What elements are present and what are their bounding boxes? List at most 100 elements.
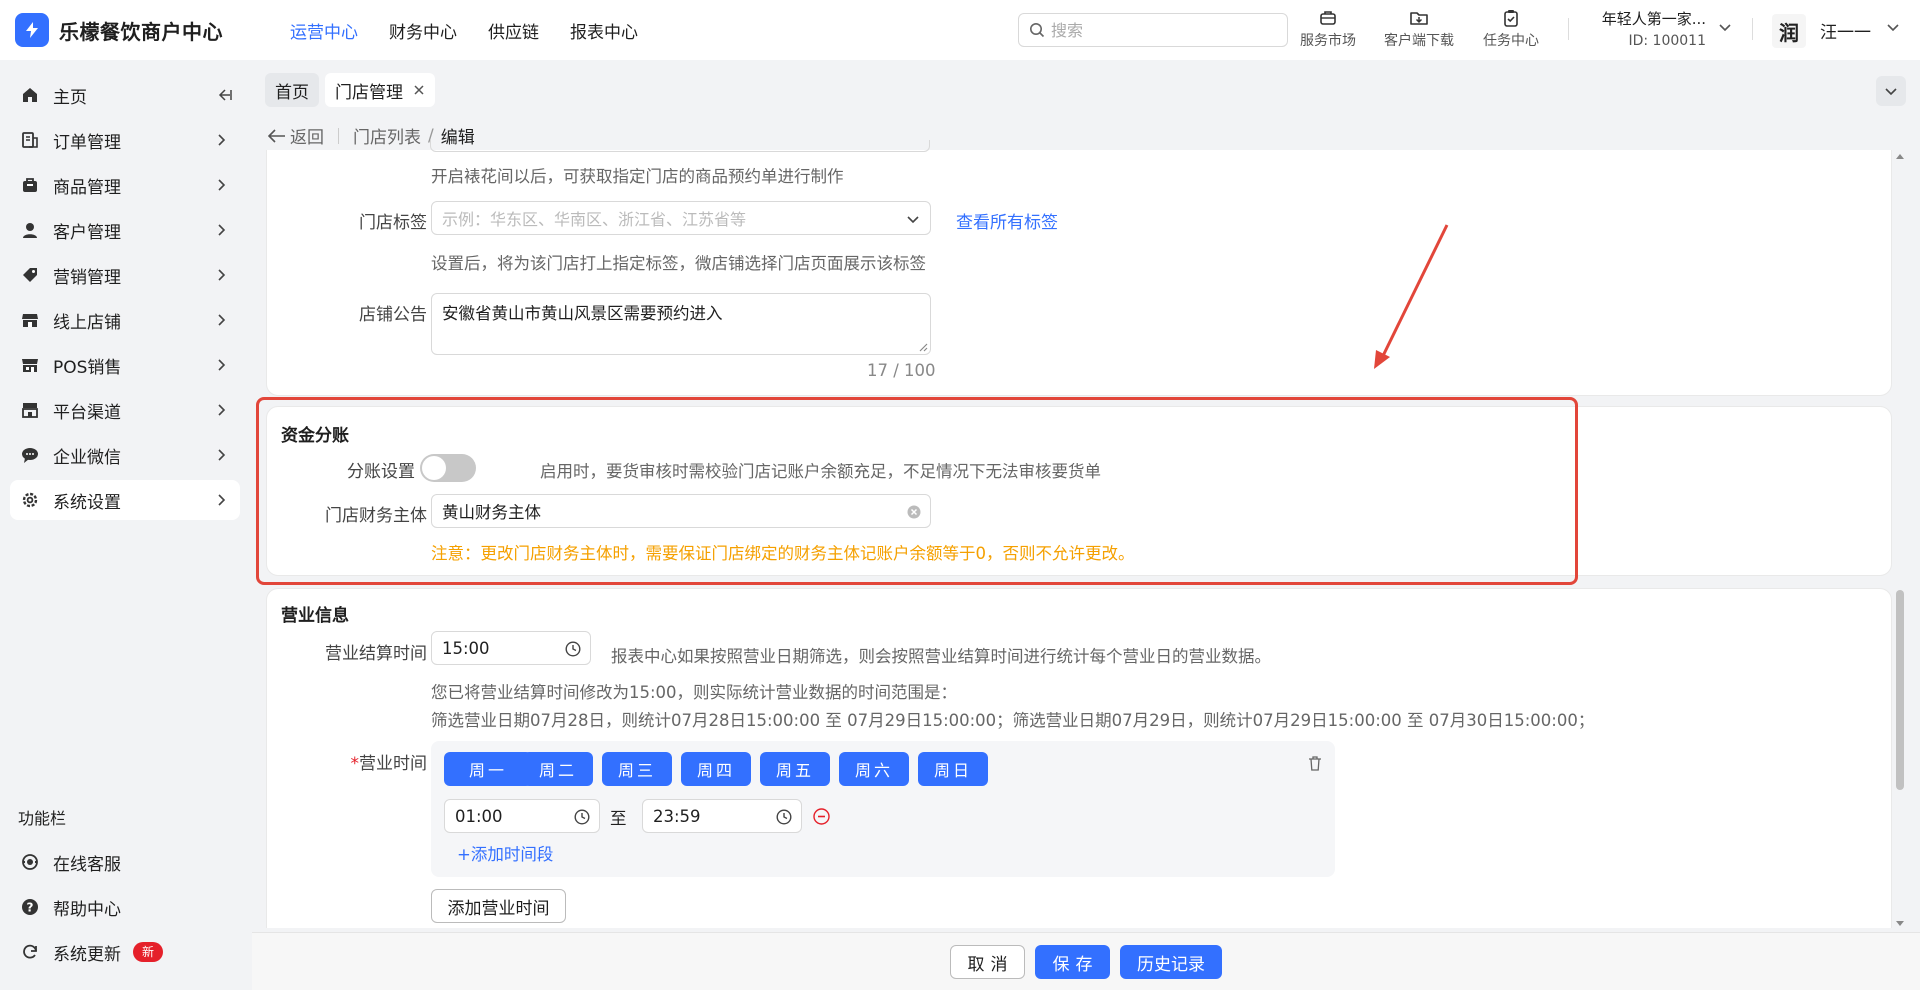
funds-split-card: 资金分账 分账设置 启用时，要货审核时需校验门店记账户余额充足，不足情况下无法审… — [266, 406, 1892, 576]
sidebar-item-label: 商品管理 — [53, 177, 121, 198]
back-button[interactable]: 返回 — [268, 123, 324, 148]
sidebar-item-customers[interactable]: 客户管理 — [10, 210, 240, 250]
scroll-up-icon[interactable] — [1895, 152, 1905, 160]
scroll-thumb[interactable] — [1896, 590, 1904, 790]
add-time-period-link[interactable]: +添加时间段 — [457, 841, 553, 865]
function-bar-title: 功能栏 — [18, 809, 67, 828]
sidebar: 主页 订单管理 商品管理 客户管理 营销管理 线上店铺 POS销售 平台渠道 企 — [0, 60, 250, 990]
divider — [1568, 18, 1569, 40]
store-icon — [20, 310, 40, 330]
sidebar-item-marketing[interactable]: 营销管理 — [10, 255, 240, 295]
business-hours-label-text: 营业时间 — [359, 754, 427, 774]
finance-entity-select[interactable]: 黄山财务主体 — [431, 494, 931, 528]
logo-icon — [15, 13, 49, 47]
end-time-picker[interactable]: 23:59 — [642, 799, 802, 833]
chevron-right-icon — [218, 359, 226, 371]
finance-entity-label: 门店财务主体 — [325, 506, 427, 526]
client-download-button[interactable]: 客户端下载 — [1384, 8, 1454, 50]
task-center-button[interactable]: 任务中心 — [1483, 8, 1539, 50]
tab-home[interactable]: 首页 — [265, 73, 319, 107]
start-time-picker[interactable]: 01:00 — [444, 799, 600, 833]
channel-icon — [20, 400, 40, 420]
remove-circle-icon[interactable] — [813, 808, 830, 825]
chevron-down-icon[interactable] — [1886, 20, 1900, 34]
sidebar-item-system-update[interactable]: 系统更新 新 — [10, 932, 240, 972]
settle-time-picker[interactable]: 15:00 — [431, 631, 591, 665]
resize-handle-icon[interactable] — [918, 342, 928, 352]
content-scrollbar[interactable] — [1893, 150, 1907, 930]
day-button-tue[interactable]: 周二 — [523, 752, 593, 786]
split-setting-hint: 启用时，要货审核时需校验门店记账户余额充足，不足情况下无法审核要货单 — [540, 462, 1101, 481]
view-all-tags-link[interactable]: 查看所有标签 — [956, 208, 1058, 233]
add-business-hours-button[interactable]: 添加营业时间 — [431, 889, 566, 923]
store-notice-textarea[interactable]: 安徽省黄山市黄山风景区需要预约进入 — [431, 293, 931, 355]
task-center-label: 任务中心 — [1483, 33, 1539, 49]
store-tag-placeholder: 示例：华东区、华南区、浙江省、江苏省等 — [442, 210, 747, 229]
required-mark: * — [350, 754, 360, 774]
annotation-arrow-icon — [1374, 224, 1449, 369]
sidebar-item-channels[interactable]: 平台渠道 — [10, 390, 240, 430]
sidebar-item-online-store[interactable]: 线上店铺 — [10, 300, 240, 340]
folder-download-icon — [1410, 12, 1428, 25]
sidebar-item-home[interactable]: 主页 — [10, 75, 240, 115]
sidebar-item-help[interactable]: ? 帮助中心 — [10, 887, 240, 927]
history-button[interactable]: 历史记录 — [1120, 945, 1222, 979]
topnav-operations[interactable]: 运营中心 — [290, 18, 358, 43]
sidebar-item-online-service[interactable]: 在线客服 — [10, 842, 240, 882]
sidebar-item-wecom[interactable]: 企业微信 — [10, 435, 240, 475]
trash-icon[interactable] — [1307, 755, 1323, 771]
tabs-dropdown-button[interactable] — [1876, 76, 1906, 106]
sidebar-item-orders[interactable]: 订单管理 — [10, 120, 240, 160]
account-switcher[interactable]: 年轻人第一家... ID: 100011 — [1586, 8, 1706, 52]
topnav-supply-chain[interactable]: 供应链 — [488, 18, 539, 43]
chevron-down-icon — [907, 216, 919, 224]
day-button-mon[interactable]: 周一 — [444, 752, 532, 786]
breadcrumb-store-list[interactable]: 门店列表 — [353, 123, 421, 148]
day-button-sat[interactable]: 周六 — [839, 752, 909, 786]
account-id: ID: 100011 — [1628, 33, 1706, 49]
tab-store-management[interactable]: 门店管理 — [325, 73, 435, 107]
service-market-button[interactable]: 服务市场 — [1300, 8, 1356, 50]
tab-label: 首页 — [275, 82, 309, 103]
service-market-label: 服务市场 — [1300, 33, 1356, 49]
day-button-fri[interactable]: 周五 — [760, 752, 830, 786]
sidebar-item-settings[interactable]: 系统设置 — [10, 480, 240, 520]
topnav-finance[interactable]: 财务中心 — [389, 18, 457, 43]
save-button[interactable]: 保存 — [1035, 945, 1110, 979]
chevron-down-icon — [1885, 88, 1897, 96]
sidebar-item-label: 企业微信 — [53, 447, 121, 468]
day-button-thu[interactable]: 周四 — [681, 752, 751, 786]
close-icon[interactable] — [413, 84, 425, 96]
settle-range-line1: 您已将营业结算时间修改为15:00，则实际统计营业数据的时间范围是： — [431, 683, 958, 702]
store-tag-select[interactable]: 示例：华东区、华南区、浙江省、江苏省等 — [431, 201, 931, 235]
clear-icon[interactable] — [907, 505, 921, 519]
business-hours-panel: 周一 周二 周三 周四 周五 周六 周日 01:00 至 23:59 +添加时间… — [431, 741, 1335, 877]
global-search[interactable] — [1018, 13, 1288, 47]
day-button-sun[interactable]: 周日 — [918, 752, 988, 786]
topnav-reports[interactable]: 报表中心 — [570, 18, 638, 43]
sidebar-item-label: 平台渠道 — [53, 402, 121, 423]
split-setting-toggle[interactable] — [420, 454, 476, 482]
day-button-wed[interactable]: 周三 — [602, 752, 672, 786]
business-info-card: 营业信息 营业结算时间 15:00 报表中心如果按照营业日期筛选，则会按照营业结… — [266, 588, 1892, 928]
tab-label: 门店管理 — [335, 82, 403, 103]
new-badge: 新 — [133, 942, 164, 962]
app-logo[interactable]: 乐檬餐饮商户中心 — [15, 13, 255, 47]
user-name[interactable]: 汪一一 — [1820, 18, 1871, 43]
chevron-right-icon — [218, 449, 226, 461]
collapse-sidebar-icon[interactable] — [216, 87, 232, 103]
search-input[interactable] — [1051, 20, 1271, 40]
clock-icon — [574, 809, 590, 825]
back-label: 返回 — [290, 128, 324, 148]
cancel-button[interactable]: 取消 — [950, 945, 1025, 979]
avatar[interactable]: 润 — [1772, 14, 1806, 48]
divider — [1752, 18, 1753, 40]
scroll-down-icon[interactable] — [1895, 920, 1905, 928]
sidebar-item-products[interactable]: 商品管理 — [10, 165, 240, 205]
sidebar-item-label: 系统更新 — [53, 944, 121, 965]
toggle-knob — [422, 456, 446, 480]
chevron-down-icon[interactable] — [1718, 20, 1732, 34]
sidebar-item-pos[interactable]: POS销售 — [10, 345, 240, 385]
chevron-right-icon — [218, 314, 226, 326]
action-bar: 取消 保存 历史记录 — [252, 932, 1920, 990]
